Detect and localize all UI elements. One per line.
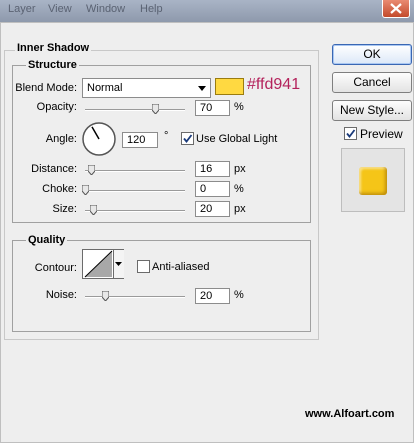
distance-unit: px bbox=[234, 163, 246, 175]
choke-label: Choke: bbox=[42, 183, 77, 195]
contour-picker[interactable] bbox=[82, 249, 124, 279]
noise-label: Noise: bbox=[45, 289, 77, 301]
anti-aliased-label: Anti-aliased bbox=[152, 261, 210, 273]
noise-unit: % bbox=[234, 289, 244, 301]
shadow-color-swatch[interactable] bbox=[215, 78, 244, 95]
opacity-input[interactable]: 70 bbox=[195, 100, 230, 116]
menu-window[interactable]: Window bbox=[86, 3, 125, 15]
angle-unit: ° bbox=[164, 130, 169, 142]
checkmark-icon bbox=[346, 129, 356, 138]
window-close-button[interactable] bbox=[382, 0, 410, 18]
menu-layer[interactable]: Layer bbox=[8, 3, 36, 15]
noise-input[interactable]: 20 bbox=[195, 288, 230, 304]
angle-input[interactable]: 120 bbox=[122, 132, 158, 148]
choke-input[interactable]: 0 bbox=[195, 181, 230, 197]
size-slider-track[interactable] bbox=[85, 210, 185, 212]
style-preview bbox=[341, 148, 405, 212]
color-hex-annotation: #ffd941 bbox=[247, 76, 301, 93]
quality-title: Quality bbox=[26, 234, 68, 246]
preview-swatch bbox=[359, 167, 387, 195]
choke-slider-thumb[interactable] bbox=[81, 185, 89, 195]
new-style-button[interactable]: New Style... bbox=[332, 100, 412, 121]
distance-label: Distance: bbox=[31, 163, 77, 175]
blend-mode-label: Blend Mode: bbox=[15, 82, 77, 94]
opacity-slider-track[interactable] bbox=[85, 109, 185, 111]
use-global-light-label: Use Global Light bbox=[196, 133, 278, 145]
opacity-slider-thumb[interactable] bbox=[151, 104, 159, 114]
opacity-unit: % bbox=[234, 101, 244, 113]
close-icon bbox=[390, 3, 402, 14]
cancel-button[interactable]: Cancel bbox=[332, 72, 412, 93]
distance-slider-thumb[interactable] bbox=[87, 165, 95, 175]
noise-slider-track[interactable] bbox=[85, 296, 185, 298]
use-global-light-checkbox[interactable] bbox=[181, 132, 194, 145]
distance-input[interactable]: 16 bbox=[195, 161, 230, 177]
choke-unit: % bbox=[234, 183, 244, 195]
window-menubar: Layer View Window Help bbox=[0, 0, 414, 22]
distance-slider-track[interactable] bbox=[85, 170, 185, 172]
blend-mode-select[interactable]: Normal bbox=[82, 78, 211, 98]
structure-title: Structure bbox=[26, 59, 79, 71]
layer-style-dialog: Inner Shadow Structure Blend Mode: Norma… bbox=[0, 22, 414, 443]
contour-label: Contour: bbox=[34, 262, 77, 274]
size-label: Size: bbox=[52, 203, 77, 215]
preview-checkbox[interactable] bbox=[344, 127, 357, 140]
contour-curve-icon bbox=[84, 250, 113, 278]
anti-aliased-checkbox[interactable] bbox=[137, 260, 150, 273]
quality-group bbox=[12, 240, 311, 332]
angle-dial[interactable] bbox=[81, 121, 117, 157]
menu-help[interactable]: Help bbox=[140, 3, 163, 15]
blend-mode-value: Normal bbox=[87, 82, 123, 94]
choke-slider-track[interactable] bbox=[85, 190, 185, 192]
checkmark-icon bbox=[183, 134, 193, 143]
contour-dropdown-button[interactable] bbox=[113, 250, 124, 278]
preview-label: Preview bbox=[360, 127, 403, 141]
angle-label: Angle: bbox=[45, 133, 77, 145]
noise-slider-thumb[interactable] bbox=[101, 291, 109, 301]
ok-button[interactable]: OK bbox=[332, 44, 412, 65]
size-slider-thumb[interactable] bbox=[89, 205, 97, 215]
opacity-label: Opacity: bbox=[36, 101, 77, 113]
watermark: www.Alfoart.com bbox=[305, 408, 395, 420]
size-input[interactable]: 20 bbox=[195, 201, 230, 217]
chevron-down-icon bbox=[198, 86, 206, 91]
inner-shadow-title: Inner Shadow bbox=[15, 42, 92, 54]
size-unit: px bbox=[234, 203, 246, 215]
menu-view[interactable]: View bbox=[48, 3, 72, 15]
chevron-down-icon bbox=[115, 262, 122, 266]
